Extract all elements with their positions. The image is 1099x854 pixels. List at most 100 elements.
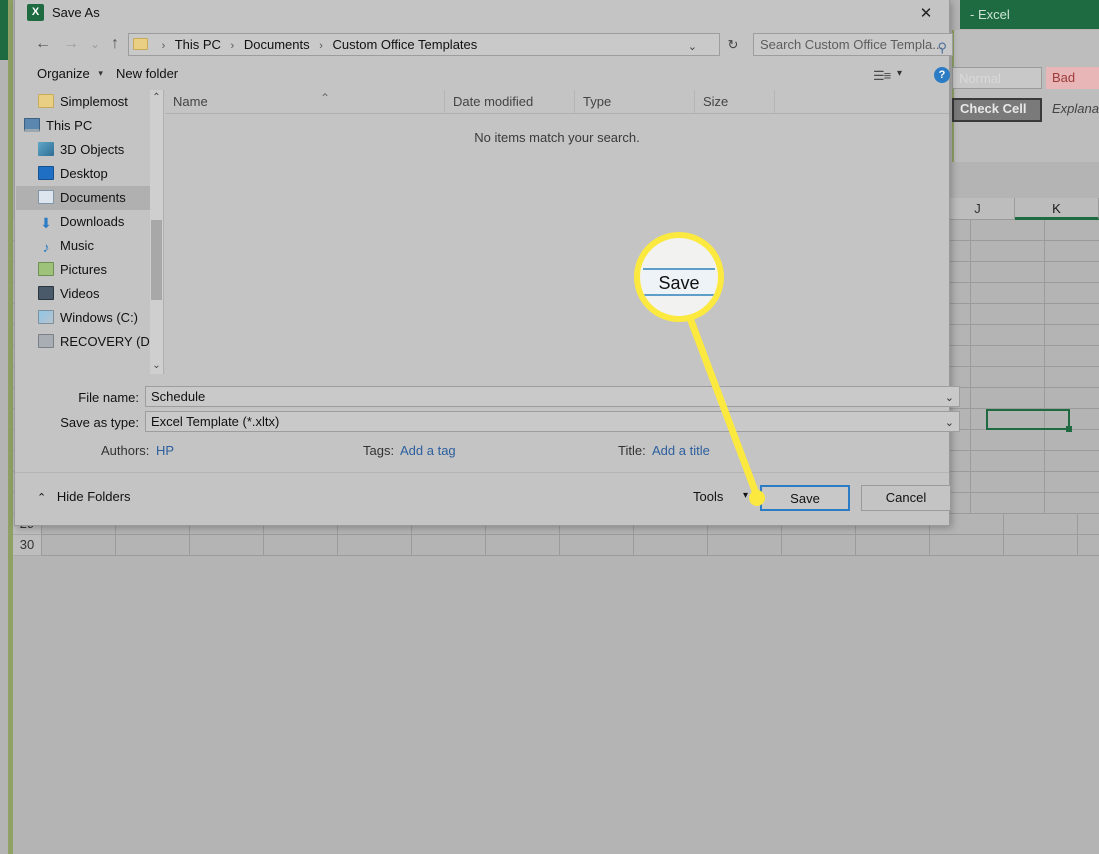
empty-cell[interactable]: [971, 283, 1045, 304]
row-header[interactable]: 30: [13, 535, 42, 556]
navigation-pane[interactable]: Simplemost This PC 3D Objects Desktop Docume…: [16, 90, 164, 374]
empty-cell[interactable]: [930, 535, 1004, 556]
empty-cell[interactable]: [1045, 388, 1099, 409]
empty-cell[interactable]: [190, 535, 264, 556]
empty-cell[interactable]: [42, 535, 116, 556]
empty-cell[interactable]: [971, 430, 1045, 451]
nav-item-videos[interactable]: Videos: [16, 282, 163, 306]
empty-cell[interactable]: [971, 367, 1045, 388]
save-as-type-select[interactable]: Excel Template (*.xltx) ⌄: [145, 411, 960, 432]
chevron-down-icon[interactable]: ▾: [897, 68, 902, 79]
scroll-up-icon[interactable]: ⌃: [150, 90, 163, 106]
empty-cell[interactable]: [1045, 430, 1099, 451]
empty-cell[interactable]: [1045, 220, 1099, 241]
add-a-tag-link[interactable]: Add a tag: [400, 443, 456, 458]
empty-cell[interactable]: [971, 493, 1045, 514]
navigation-tree[interactable]: Simplemost This PC 3D Objects Desktop Docume…: [16, 90, 163, 354]
new-folder-button[interactable]: New folder: [116, 66, 178, 81]
empty-cell[interactable]: [1045, 367, 1099, 388]
nav-scrollbar[interactable]: ⌃ ⌄: [150, 90, 163, 374]
empty-cell[interactable]: [782, 535, 856, 556]
empty-cell[interactable]: [971, 388, 1045, 409]
empty-cell[interactable]: [856, 535, 930, 556]
search-input[interactable]: Search Custom Office Templa... ⚲: [753, 33, 953, 56]
up-icon[interactable]: ↑: [103, 32, 127, 56]
empty-cell[interactable]: [116, 535, 190, 556]
help-icon[interactable]: ?: [934, 67, 950, 83]
empty-cell[interactable]: [1045, 325, 1099, 346]
empty-cell[interactable]: [412, 535, 486, 556]
empty-cell[interactable]: [971, 472, 1045, 493]
empty-cell[interactable]: [264, 535, 338, 556]
refresh-icon[interactable]: ↻: [723, 34, 743, 55]
excel-ribbon-styles-gallery[interactable]: [952, 30, 1099, 162]
nav-item-pictures[interactable]: Pictures: [16, 258, 163, 282]
cancel-button[interactable]: Cancel: [861, 485, 951, 511]
hide-folders-button[interactable]: ⌃ Hide Folders: [37, 489, 131, 504]
empty-cell[interactable]: [1078, 514, 1099, 535]
close-icon[interactable]: ✕: [903, 0, 949, 28]
file-name-input[interactable]: Schedule ⌄: [145, 386, 960, 407]
breadcrumb-item-this-pc[interactable]: This PC: [175, 37, 221, 52]
empty-cell[interactable]: [1004, 514, 1078, 535]
empty-cell[interactable]: [971, 451, 1045, 472]
empty-cell[interactable]: [560, 535, 634, 556]
selected-cell[interactable]: [986, 409, 1072, 432]
empty-cell[interactable]: [971, 262, 1045, 283]
add-a-title-link[interactable]: Add a title: [652, 443, 710, 458]
nav-item-windows-c[interactable]: Windows (C:): [16, 306, 163, 330]
style-bad[interactable]: Bad: [1046, 67, 1099, 89]
breadcrumb[interactable]: › This PC › Documents › Custom Office Te…: [128, 33, 720, 56]
empty-cell[interactable]: [1045, 346, 1099, 367]
column-type[interactable]: Type: [575, 90, 695, 114]
style-explanatory[interactable]: Explana: [1046, 98, 1099, 120]
breadcrumb-item-custom-office-templates[interactable]: Custom Office Templates: [333, 37, 478, 52]
forward-icon[interactable]: →: [59, 32, 83, 56]
column-size[interactable]: Size: [695, 90, 775, 114]
empty-cell[interactable]: [971, 241, 1045, 262]
back-icon[interactable]: ←: [31, 32, 55, 56]
scroll-down-icon[interactable]: ⌄: [150, 358, 163, 374]
empty-cell[interactable]: [1045, 262, 1099, 283]
nav-item-desktop[interactable]: Desktop: [16, 162, 163, 186]
empty-cell[interactable]: [634, 535, 708, 556]
authors-value[interactable]: HP: [156, 443, 174, 458]
nav-item-downloads[interactable]: ⬇ Downloads: [16, 210, 163, 234]
save-button[interactable]: Save: [760, 485, 850, 511]
empty-cell[interactable]: [1078, 535, 1099, 556]
empty-cell[interactable]: [708, 535, 782, 556]
style-check-cell[interactable]: Check Cell: [952, 98, 1042, 122]
empty-cell[interactable]: [1045, 241, 1099, 262]
style-normal[interactable]: Normal: [952, 67, 1042, 89]
column-name[interactable]: Name ⌃: [165, 90, 445, 114]
empty-cell[interactable]: [971, 346, 1045, 367]
empty-cell[interactable]: [1045, 451, 1099, 472]
chevron-down-icon[interactable]: ⌄: [688, 37, 697, 55]
column-header-j[interactable]: J: [941, 198, 1015, 220]
empty-cell[interactable]: [971, 304, 1045, 325]
scrollbar-thumb[interactable]: [151, 220, 162, 300]
empty-cell[interactable]: [971, 220, 1045, 241]
nav-item-simplemost[interactable]: Simplemost: [16, 90, 163, 114]
nav-item-3d-objects[interactable]: 3D Objects: [16, 138, 163, 162]
save-as-dialog[interactable]: X Save As ✕ ← → ⌄ ↑ › This PC › Document…: [14, 0, 960, 526]
empty-cell[interactable]: [1004, 535, 1078, 556]
nav-item-recovery-d[interactable]: RECOVERY (D:): [16, 330, 163, 354]
chevron-down-icon[interactable]: ⌄: [945, 389, 954, 408]
file-list-pane[interactable]: Name ⌃ Date modified Type Size No items …: [165, 90, 949, 374]
column-date-modified[interactable]: Date modified: [445, 90, 575, 114]
view-layout-icon[interactable]: ☰≡: [873, 68, 891, 84]
breadcrumb-item-documents[interactable]: Documents: [244, 37, 310, 52]
empty-cell[interactable]: [1045, 493, 1099, 514]
nav-item-this-pc[interactable]: This PC: [16, 114, 163, 138]
empty-cell[interactable]: [338, 535, 412, 556]
nav-item-documents[interactable]: Documents: [16, 186, 163, 210]
empty-cell[interactable]: [1045, 472, 1099, 493]
table-row[interactable]: [42, 535, 1099, 556]
empty-cell[interactable]: [1045, 283, 1099, 304]
empty-cell[interactable]: [971, 325, 1045, 346]
nav-item-music[interactable]: ♪ Music: [16, 234, 163, 258]
organize-button[interactable]: Organize ▾: [37, 66, 103, 81]
chevron-down-icon[interactable]: ⌄: [945, 414, 954, 433]
empty-cell[interactable]: [486, 535, 560, 556]
